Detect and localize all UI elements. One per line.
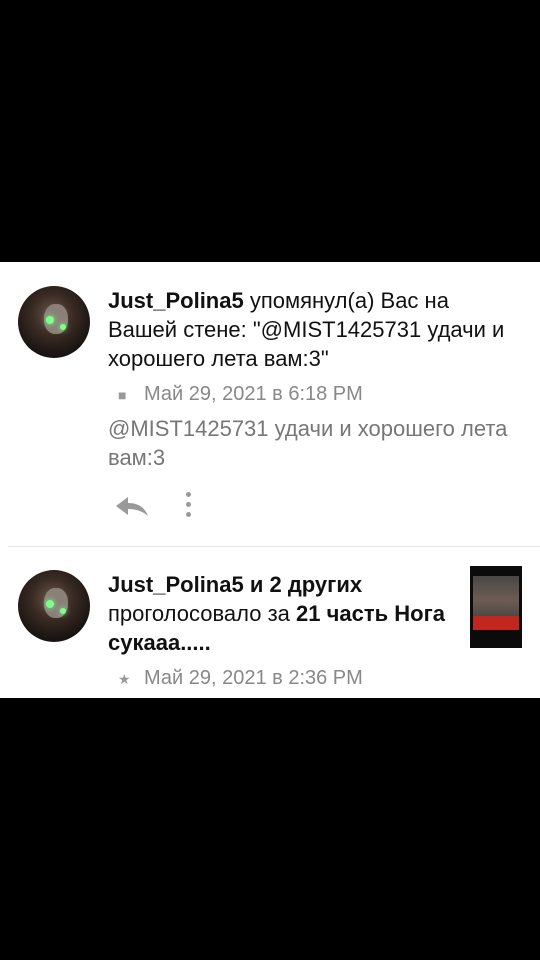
star-icon: ★ — [118, 671, 131, 687]
reply-icon[interactable] — [114, 494, 150, 518]
action-text: проголосовало за — [108, 601, 297, 626]
username[interactable]: Just_Polina5 — [108, 572, 244, 597]
notification-text: Just_Polina5 упомянул(а) Вас на Вашей ст… — [108, 286, 508, 373]
timestamp-row: ■ Май 29, 2021 в 6:18 PM — [118, 382, 363, 407]
notifications-panel: Just_Polina5 упомянул(а) Вас на Вашей ст… — [0, 262, 540, 698]
comment-text: @MIST1425731 удачи и хорошего лета вам:3 — [108, 416, 508, 470]
username[interactable]: Just_Polina5 — [108, 288, 244, 313]
avatar[interactable] — [18, 570, 90, 642]
comment-body: @MIST1425731 удачи и хорошего лета вам:3 — [108, 414, 518, 472]
timestamp: Май 29, 2021 в 6:18 PM — [144, 383, 363, 405]
timestamp: Май 29, 2021 в 2:36 PM — [144, 667, 363, 689]
timestamp-row: ★ Май 29, 2021 в 2:36 PM — [118, 666, 363, 691]
more-options-icon[interactable] — [184, 492, 192, 520]
story-thumbnail[interactable] — [470, 566, 522, 648]
divider — [8, 546, 540, 547]
notification-text: Just_Polina5 и 2 других проголосовало за… — [108, 570, 458, 657]
comment-icon: ■ — [118, 387, 127, 403]
others-count[interactable]: и 2 других — [244, 572, 362, 597]
avatar[interactable] — [18, 286, 90, 358]
